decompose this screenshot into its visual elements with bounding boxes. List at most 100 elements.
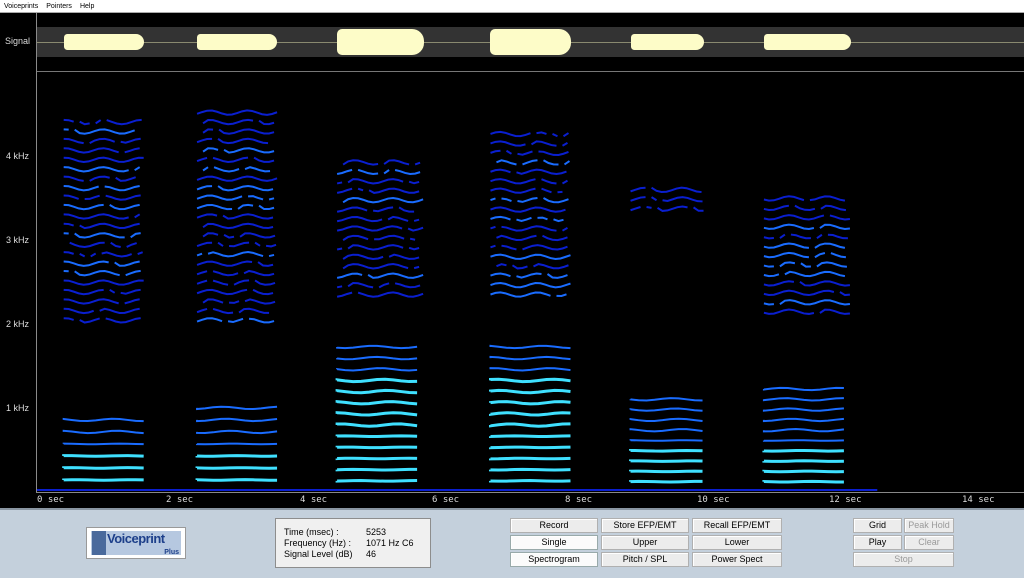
formant-line [763,299,851,306]
formant-line [202,298,276,305]
harmonic-line [335,467,418,472]
signal-burst [63,34,144,50]
formant-line [342,253,420,261]
formant-line [197,309,275,313]
harmonic-line [488,467,571,472]
formant-line [490,149,569,157]
harmonic-line [762,407,844,412]
x-tick-label: 12 sec [829,495,862,505]
formant-line [63,260,140,267]
signal-separator [37,71,1024,72]
formant-line [196,269,275,277]
formant-line [63,298,140,305]
spectrogram-button[interactable]: Spectrogram [510,552,598,567]
lower-button[interactable]: Lower [692,535,782,550]
harmonic-line [195,478,278,482]
time-value: 5253 [366,527,387,537]
formant-line [197,280,281,284]
x-tick-label: 0 sec [37,495,65,505]
time-label: Time (msec) : [284,527,339,537]
power-spect-button[interactable]: Power Spect [692,552,782,567]
formant-line [630,186,702,194]
formant-line [63,307,140,315]
harmonic-line [335,377,418,384]
signal-label: Signal [5,36,31,46]
grid-button[interactable]: Grid [853,518,902,533]
frequency-label: Frequency (Hz) : [284,538,352,548]
harmonic-line [488,377,571,384]
pitch-spl-button[interactable]: Pitch / SPL [601,552,689,567]
harmonic-line [488,445,571,450]
upper-button[interactable]: Upper [601,535,689,550]
signal-burst [337,29,424,55]
harmonic-line [489,367,571,372]
formant-line [196,203,275,211]
formant-line [336,225,424,232]
formant-line [70,243,143,247]
formant-line [763,251,847,259]
spectrogram-plot[interactable] [37,80,1024,492]
harmonic-line [762,397,844,402]
harmonic-line [335,388,418,395]
harmonic-line [336,344,418,350]
spectrogram-segment [762,196,851,484]
formant-line [490,244,568,251]
logo-subtitle: Plus [164,549,179,556]
harmonic-line [488,411,571,417]
formant-line [202,222,274,230]
store-efp-emt-button[interactable]: Store EFP/EMT [601,518,689,533]
formant-line [337,217,425,221]
formant-line [763,214,851,221]
stop-button[interactable]: Stop [853,552,954,567]
x-axis-line [37,492,1024,493]
clear-button[interactable]: Clear [904,535,954,550]
peak-hold-button[interactable]: Peak Hold [904,518,954,533]
x-tick-label: 2 sec [166,495,194,505]
formant-line [336,244,420,251]
menu-help[interactable]: Help [76,3,98,10]
formant-line [63,269,141,277]
recall-efp-emt-button[interactable]: Recall EFP/EMT [692,518,782,533]
y-tick-label: 4 kHz [6,151,30,161]
formant-line [64,318,147,322]
formant-line [64,120,148,124]
formant-line [337,179,425,183]
formant-line [490,130,570,138]
formant-line [630,205,704,212]
formant-line [63,147,140,154]
spectrogram-segment [63,120,148,482]
signal-level-label: Signal Level (dB) [284,549,353,559]
x-tick-label: 14 sec [962,495,995,505]
harmonic-line [488,422,571,428]
y-tick-label: 2 kHz [6,319,30,329]
formant-line [63,166,141,173]
single-button[interactable]: Single [510,535,598,550]
formant-line [490,217,569,221]
formant-line [343,236,421,240]
harmonic-line [196,417,278,423]
harmonic-line [195,454,278,458]
formant-line [196,109,278,116]
menu-pointers[interactable]: Pointers [42,3,76,10]
menu-voiceprints[interactable]: Voiceprints [0,3,42,10]
harmonic-line [762,449,844,453]
harmonic-line [335,411,418,417]
record-button[interactable]: Record [510,518,598,533]
formant-line [337,283,426,287]
readout-box: Time (msec) : 5253 Frequency (Hz) : 1071… [275,518,431,568]
formant-line [196,156,275,164]
harmonic-line [488,479,571,483]
harmonic-line [762,439,844,442]
formant-line [336,272,424,279]
harmonic-line [335,399,418,406]
play-button[interactable]: Play [853,535,902,550]
formant-line [763,223,851,230]
formant-line [336,187,420,194]
formant-line [202,118,275,126]
formant-line [490,168,567,176]
harmonic-line [196,429,278,435]
harmonic-line [762,459,844,463]
formant-line [342,159,421,166]
formant-line [490,196,569,204]
formant-line [336,291,424,298]
